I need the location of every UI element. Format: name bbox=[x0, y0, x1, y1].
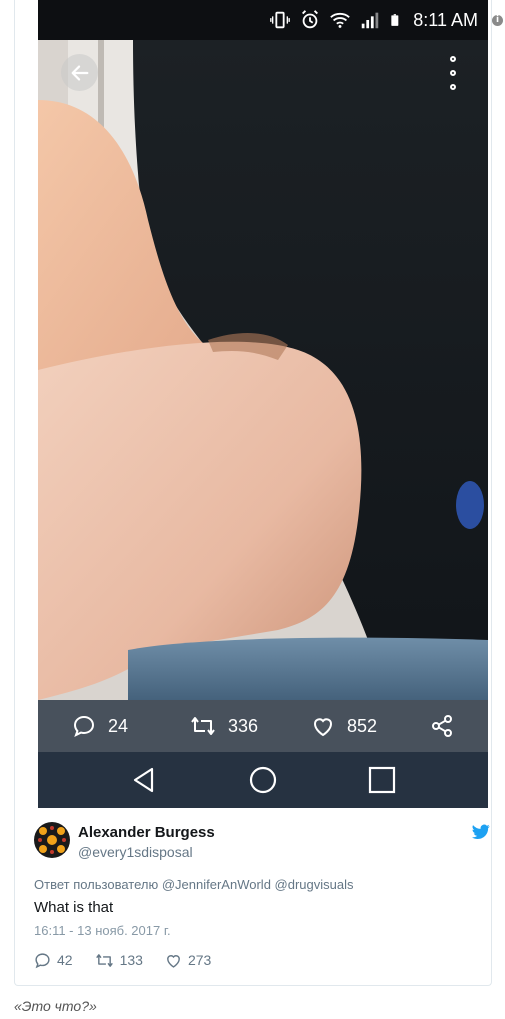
author-handle[interactable]: @every1sdisposal bbox=[78, 844, 193, 860]
battery-icon bbox=[391, 14, 399, 26]
status-time: 8:11 AM bbox=[413, 9, 478, 30]
tweet-like-button[interactable]: 273 bbox=[165, 952, 211, 969]
photo bbox=[38, 0, 488, 808]
tweet-retweet-count: 133 bbox=[119, 952, 143, 968]
nav-back-icon[interactable] bbox=[130, 766, 158, 794]
mention-link[interactable]: @JenniferAnWorld bbox=[162, 877, 271, 892]
heart-icon bbox=[167, 954, 180, 968]
dot-icon bbox=[450, 56, 456, 62]
signal-icon bbox=[362, 12, 379, 29]
reply-prefix: Ответ пользователю bbox=[34, 877, 159, 892]
status-bar: 8:11 AM bbox=[38, 0, 488, 40]
like-count: 852 bbox=[347, 715, 378, 736]
reply-to-line: Ответ пользователю @JenniferAnWorld @dru… bbox=[34, 877, 354, 892]
retweet-count: 336 bbox=[228, 715, 259, 736]
tweet-stats: 42 133 273 bbox=[34, 950, 233, 970]
reply-count: 24 bbox=[108, 715, 129, 736]
tweet-retweet-button[interactable]: 133 bbox=[95, 952, 143, 969]
like-action[interactable]: 852 bbox=[311, 700, 377, 752]
dot-icon bbox=[450, 84, 456, 90]
reply-icon bbox=[73, 715, 95, 737]
avatar-image bbox=[34, 822, 70, 858]
caption: «Это что?» bbox=[14, 998, 97, 1014]
back-button[interactable] bbox=[61, 54, 98, 91]
mention-link[interactable]: @drugvisuals bbox=[275, 877, 354, 892]
share-action[interactable] bbox=[430, 700, 454, 752]
info-icon[interactable]: i bbox=[492, 15, 503, 26]
share-icon bbox=[432, 715, 452, 737]
tweet-like-count: 273 bbox=[187, 952, 212, 968]
retweet-icon bbox=[191, 717, 215, 735]
tweet-timestamp[interactable]: 16:11 - 13 нояб. 2017 г. bbox=[34, 923, 171, 938]
author-name[interactable]: Alexander Burgess bbox=[78, 824, 215, 841]
twitter-bird-icon[interactable] bbox=[472, 824, 490, 840]
vibrate-icon bbox=[270, 11, 291, 29]
arrow-left-icon bbox=[71, 64, 88, 81]
nav-recents-icon[interactable] bbox=[368, 766, 396, 794]
dot-icon bbox=[450, 70, 456, 76]
more-options-button[interactable] bbox=[442, 56, 464, 90]
avatar[interactable] bbox=[34, 822, 70, 858]
wifi-icon bbox=[330, 12, 351, 28]
phone-screenshot: 8:11 AM 24 336 852 bbox=[38, 0, 488, 808]
retweet-icon bbox=[95, 953, 113, 967]
heart-icon bbox=[314, 718, 332, 737]
retweet-action[interactable]: 336 bbox=[190, 700, 258, 752]
reply-action[interactable]: 24 bbox=[72, 700, 128, 752]
tweet-reply-count: 42 bbox=[57, 952, 73, 968]
android-nav-bar bbox=[38, 752, 488, 808]
alarm-icon bbox=[302, 10, 319, 29]
reply-icon bbox=[35, 952, 50, 968]
tweet-reply-button[interactable]: 42 bbox=[34, 952, 73, 969]
photo-action-bar: 24 336 852 bbox=[38, 700, 488, 752]
tweet-text: What is that bbox=[34, 899, 114, 916]
nav-home-icon[interactable] bbox=[249, 766, 277, 794]
